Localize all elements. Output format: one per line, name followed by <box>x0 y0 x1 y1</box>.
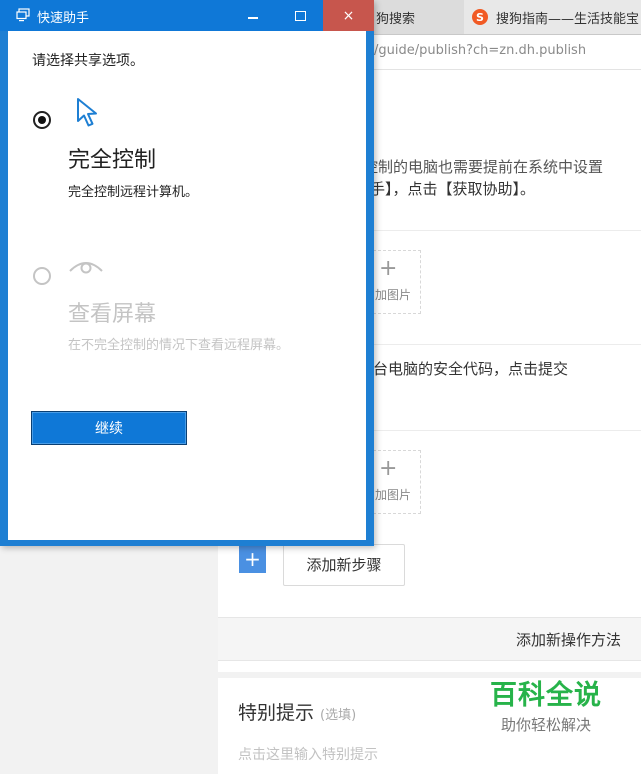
window-title-bar[interactable]: 快速助手 × <box>0 0 374 31</box>
option-title-full-control[interactable]: 完全控制 <box>68 142 156 174</box>
step1-text-line: 被控制的电脑也需要提前在系统中设置 <box>348 158 604 176</box>
address-url: /guide/publish?ch=zn.dh.publish <box>374 43 587 58</box>
browser-tab-sogou-guide[interactable]: S 搜狗指南——生活技能宝 <box>464 0 641 34</box>
watermark-subtitle: 助你轻松解决 <box>500 716 591 734</box>
option-desc-view-screen: 在不完全控制的情况下查看远程屏幕。 <box>68 338 290 353</box>
add-new-step-button[interactable]: 添加新步骤 <box>283 544 405 586</box>
option-desc-full-control: 完全控制远程计算机。 <box>68 185 199 200</box>
add-method-bar[interactable]: 添加新操作方法 <box>218 617 641 661</box>
minimize-icon <box>248 16 258 19</box>
continue-button[interactable]: 继续 <box>31 411 187 445</box>
step2-text: 台电脑的安全代码，点击提交 <box>373 360 569 378</box>
add-image-label: 加图片 <box>375 288 412 302</box>
view-screen-radio[interactable] <box>33 267 51 285</box>
maximize-icon <box>294 10 306 21</box>
cursor-arrow-icon <box>77 98 97 127</box>
add-image-label: 加图片 <box>375 488 412 502</box>
tips-heading: 特别提示 (选填) <box>238 698 356 725</box>
tips-title: 特别提示 <box>238 702 315 724</box>
quick-assist-icon <box>16 8 30 22</box>
tab-label: 搜狗指南——生活技能宝 <box>496 11 640 27</box>
close-button[interactable]: × <box>323 0 374 31</box>
tips-optional-label: (选填) <box>320 708 357 723</box>
dialog-body: 请选择共享选项。 完全控制 完全控制远程计算机。 查看屏幕 在不完全控制的情况下… <box>8 31 366 540</box>
window-title: 快速助手 <box>37 11 90 26</box>
maximize-button[interactable] <box>277 0 323 31</box>
add-method-label: 添加新操作方法 <box>515 631 621 649</box>
eye-icon <box>69 262 103 274</box>
sogou-logo-icon: S <box>472 9 488 25</box>
tips-input[interactable]: 点击这里输入特别提示 <box>238 744 378 764</box>
plus-icon: + <box>379 456 398 481</box>
minimize-button[interactable] <box>230 0 276 31</box>
dialog-prompt: 请选择共享选项。 <box>32 53 144 69</box>
browser-tab-sogou-search[interactable]: 狗搜索 <box>370 0 469 34</box>
add-step-plus-button[interactable]: + <box>239 546 266 573</box>
watermark-title: 百科全说 <box>490 680 602 711</box>
quick-assist-window: 快速助手 × 请选择共享选项。 完全控制 完全控制远程计算机。 查看屏幕 在不完… <box>0 0 374 546</box>
full-control-radio[interactable] <box>33 111 51 129</box>
option-title-view-screen[interactable]: 查看屏幕 <box>68 296 156 328</box>
close-icon: × <box>342 7 355 24</box>
tab-label: 狗搜索 <box>376 11 416 27</box>
watermark-logo: 百科全说 助你轻松解决 <box>476 680 616 735</box>
plus-icon: + <box>379 256 398 281</box>
step1-text-line: 手】，点击【获取协助】。 <box>370 180 536 198</box>
